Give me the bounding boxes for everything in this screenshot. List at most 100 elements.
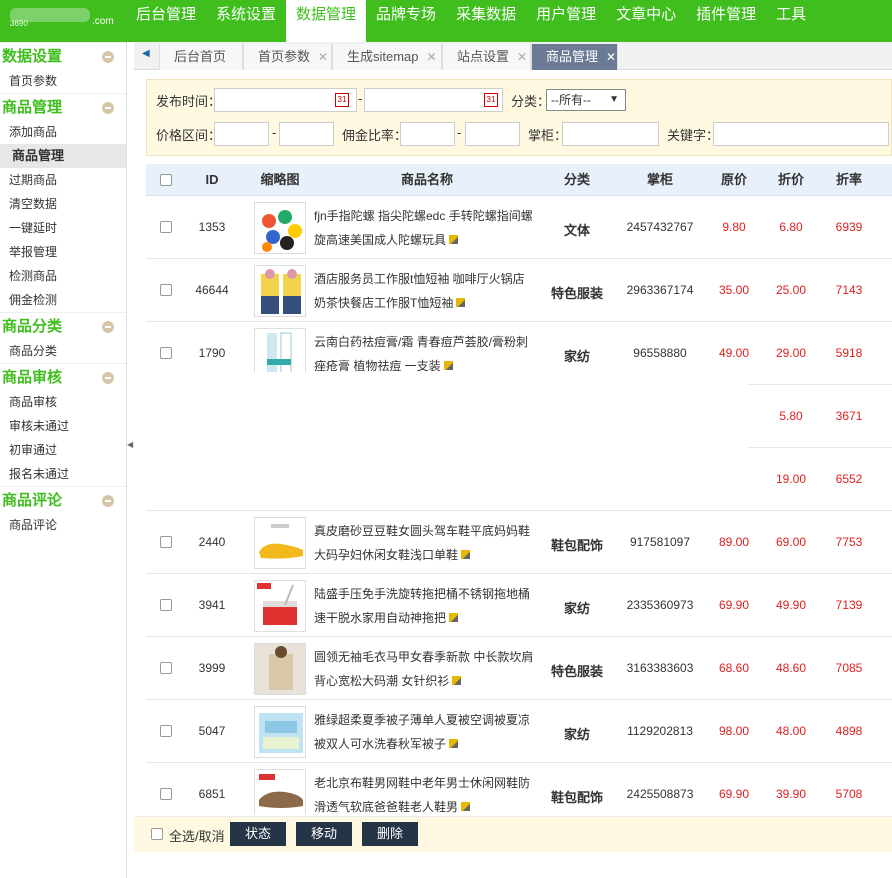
sidebar-item[interactable]: 举报管理 bbox=[0, 240, 126, 264]
sidebar-item[interactable]: 过期商品 bbox=[0, 168, 126, 192]
tab-item[interactable]: 后台首页 bbox=[159, 44, 243, 70]
topnav-item[interactable]: 插件管理 bbox=[686, 0, 766, 42]
commission-max-input[interactable] bbox=[465, 122, 520, 146]
collapse-minus-icon[interactable] bbox=[102, 102, 114, 114]
sidebar-collapse-arrow-icon[interactable]: ◀ bbox=[127, 440, 133, 456]
topnav-item[interactable]: 工具 bbox=[766, 0, 816, 42]
sidebar-item[interactable]: 佣金检测 bbox=[0, 288, 126, 312]
topnav-item[interactable]: 品牌专场 bbox=[366, 0, 446, 42]
row-checkbox[interactable] bbox=[160, 347, 172, 359]
sidebar-item[interactable]: 首页参数 bbox=[0, 69, 126, 93]
column-header[interactable]: 折价 bbox=[762, 164, 820, 196]
column-header[interactable]: ID bbox=[184, 164, 240, 196]
publish-time-end-input[interactable] bbox=[364, 88, 503, 112]
product-name[interactable]: 圆领无袖毛衣马甲女春季新款 中长款坎肩背心宽松大码潮 女针织衫 bbox=[314, 645, 536, 693]
product-name[interactable]: 雅绿超柔夏季被子薄单人夏被空调被夏凉被双人可水洗春秋军被子 bbox=[314, 708, 536, 756]
category-select[interactable]: --所有-- ▼ bbox=[546, 89, 626, 111]
calendar-icon[interactable]: 31 bbox=[484, 93, 498, 107]
sidebar-section[interactable]: 商品评论 bbox=[0, 486, 126, 513]
tab-scroll-left-icon[interactable]: ◀ bbox=[142, 48, 150, 59]
close-icon[interactable]: ✕ bbox=[427, 50, 437, 64]
sidebar-section[interactable]: 商品审核 bbox=[0, 363, 126, 390]
sidebar-section[interactable]: 数据设置 bbox=[0, 42, 126, 69]
collapse-minus-icon[interactable] bbox=[102, 372, 114, 384]
tab-item[interactable]: 商品管理 ✕ bbox=[531, 44, 618, 70]
collapse-minus-icon[interactable] bbox=[102, 321, 114, 333]
column-header[interactable]: 缩略图 bbox=[250, 164, 310, 196]
product-thumbnail[interactable] bbox=[254, 706, 306, 758]
topnav-item[interactable]: 数据管理 bbox=[286, 0, 367, 42]
product-name[interactable]: 酒店服务员工作服t恤短袖 咖啡厅火锅店奶茶快餐店工作服T恤短袖 bbox=[314, 267, 536, 315]
select-all-checkbox[interactable] bbox=[151, 828, 163, 840]
product-thumbnail[interactable] bbox=[254, 769, 306, 814]
edit-pencil-icon[interactable] bbox=[452, 676, 462, 685]
sidebar-item[interactable]: 商品评论 bbox=[0, 513, 126, 537]
topnav-item[interactable]: 用户管理 bbox=[526, 0, 606, 42]
sidebar-item[interactable]: 商品管理 bbox=[0, 144, 126, 168]
sidebar-item[interactable]: 初审通过 bbox=[0, 438, 126, 462]
keyword-input[interactable] bbox=[713, 122, 889, 146]
price-max-input[interactable] bbox=[279, 122, 334, 146]
topnav-item[interactable]: 文章中心 bbox=[606, 0, 686, 42]
product-thumbnail[interactable] bbox=[254, 643, 306, 695]
product-name[interactable]: 老北京布鞋男网鞋中老年男士休闲网鞋防滑透气软底爸爸鞋老人鞋男 bbox=[314, 771, 536, 814]
close-icon[interactable]: ✕ bbox=[606, 50, 616, 64]
calendar-icon[interactable]: 31 bbox=[335, 93, 349, 107]
select-all-label[interactable]: 全选/取消 bbox=[169, 826, 225, 845]
collapse-minus-icon[interactable] bbox=[102, 51, 114, 63]
column-header[interactable]: 分类 bbox=[538, 164, 616, 196]
close-icon[interactable]: ✕ bbox=[517, 50, 527, 64]
header-checkbox[interactable] bbox=[160, 174, 172, 186]
edit-pencil-icon[interactable] bbox=[449, 235, 459, 244]
sidebar-item[interactable]: 商品审核 bbox=[0, 390, 126, 414]
sidebar-item[interactable]: 清空数据 bbox=[0, 192, 126, 216]
close-icon[interactable]: ✕ bbox=[318, 50, 328, 64]
topnav-item[interactable]: 采集数据 bbox=[446, 0, 526, 42]
row-checkbox[interactable] bbox=[160, 788, 172, 800]
edit-pencil-icon[interactable] bbox=[461, 802, 471, 811]
sidebar-section[interactable]: 商品分类 bbox=[0, 312, 126, 339]
row-checkbox[interactable] bbox=[160, 725, 172, 737]
column-header[interactable]: 掌柜 bbox=[616, 164, 704, 196]
sidebar-item[interactable]: 添加商品 bbox=[0, 120, 126, 144]
product-name[interactable]: 真皮磨砂豆豆鞋女圆头驾车鞋平底妈妈鞋大码孕妇休闲女鞋浅口单鞋 bbox=[314, 519, 536, 567]
sidebar-item[interactable]: 报名未通过 bbox=[0, 462, 126, 486]
edit-pencil-icon[interactable] bbox=[449, 613, 459, 622]
product-thumbnail[interactable] bbox=[254, 517, 306, 569]
product-name[interactable]: fjn手指陀螺 指尖陀螺edc 手转陀螺指间螺旋高速美国成人陀螺玩具 bbox=[314, 204, 536, 252]
row-checkbox[interactable] bbox=[160, 536, 172, 548]
row-checkbox[interactable] bbox=[160, 284, 172, 296]
column-header[interactable]: 商品名称 bbox=[316, 164, 538, 196]
sidebar-section[interactable]: 商品管理 bbox=[0, 93, 126, 120]
shopkeeper-input[interactable] bbox=[562, 122, 659, 146]
edit-pencil-icon[interactable] bbox=[456, 298, 466, 307]
column-header[interactable]: 折率 bbox=[820, 164, 878, 196]
sidebar-item[interactable]: 审核未通过 bbox=[0, 414, 126, 438]
tab-item[interactable]: 站点设置 ✕ bbox=[442, 44, 531, 70]
tab-item[interactable]: 首页参数 ✕ bbox=[243, 44, 332, 70]
product-thumbnail[interactable] bbox=[254, 202, 306, 254]
delete-button[interactable]: 删除 bbox=[362, 822, 418, 846]
status-button[interactable]: 状态 bbox=[230, 822, 286, 846]
topnav-item[interactable]: 后台管理 bbox=[126, 0, 206, 42]
column-header[interactable]: 原价 bbox=[704, 164, 764, 196]
sidebar-item[interactable]: 检测商品 bbox=[0, 264, 126, 288]
edit-pencil-icon[interactable] bbox=[443, 361, 453, 370]
product-thumbnail[interactable] bbox=[254, 580, 306, 632]
collapse-minus-icon[interactable] bbox=[102, 495, 114, 507]
tab-item[interactable]: 生成sitemap ✕ bbox=[332, 44, 442, 70]
edit-pencil-icon[interactable] bbox=[461, 550, 471, 559]
product-thumbnail[interactable] bbox=[254, 265, 306, 317]
topnav-item[interactable]: 系统设置 bbox=[206, 0, 286, 42]
price-min-input[interactable] bbox=[214, 122, 269, 146]
product-name[interactable]: 陆盛手压免手洗旋转拖把桶不锈钢拖地桶速干脱水家用自动神拖把 bbox=[314, 582, 536, 630]
sidebar-item[interactable]: 商品分类 bbox=[0, 339, 126, 363]
sidebar-item[interactable]: 一键延时 bbox=[0, 216, 126, 240]
commission-min-input[interactable] bbox=[400, 122, 455, 146]
row-checkbox[interactable] bbox=[160, 221, 172, 233]
product-name[interactable]: 云南白药祛痘膏/霜 青春痘芦荟胶/膏粉刺痤疮膏 植物祛痘 一支装 bbox=[314, 330, 536, 378]
row-checkbox[interactable] bbox=[160, 662, 172, 674]
row-checkbox[interactable] bbox=[160, 599, 172, 611]
edit-pencil-icon[interactable] bbox=[449, 739, 459, 748]
move-button[interactable]: 移动 bbox=[296, 822, 352, 846]
